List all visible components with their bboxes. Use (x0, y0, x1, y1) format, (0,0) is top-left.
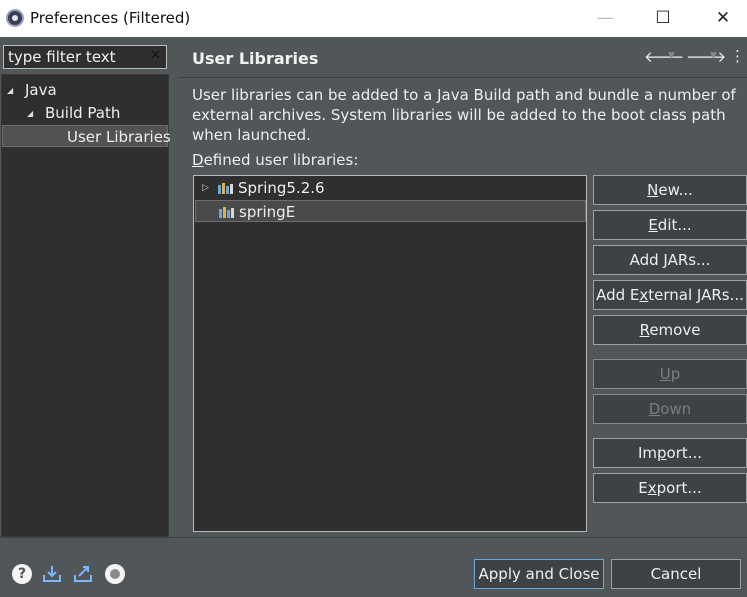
tree-item-build-path[interactable]: ◢ Build Path (27, 102, 120, 124)
page-description: User libraries can be added to a Java Bu… (192, 86, 736, 144)
defined-libraries-label: Defined user libraries: (192, 151, 359, 169)
new-button[interactable]: New... (593, 175, 747, 205)
export-button[interactable]: Export... (593, 473, 747, 503)
page-title: User Libraries (192, 49, 319, 68)
library-name: springE (239, 203, 296, 221)
library-name: Spring5.2.6 (238, 179, 325, 197)
header-divider (178, 77, 747, 78)
forward-arrow-icon[interactable]: 🡒 (686, 47, 726, 66)
tree-item-label: Build Path (45, 104, 121, 122)
forward-dropdown-icon[interactable]: ▼ (710, 51, 717, 61)
list-item[interactable]: ▷ Spring5.2.6 (195, 177, 586, 199)
tree-item-label: Java (25, 81, 57, 99)
dialog-footer: ? Apply and Close Cancel (0, 537, 747, 597)
view-menu-icon[interactable]: ⋮ (730, 47, 745, 65)
tree-item-label: User Libraries (67, 128, 171, 146)
edit-button[interactable]: Edit... (593, 210, 747, 240)
up-button[interactable]: Up (593, 359, 747, 389)
export-icon[interactable] (73, 564, 93, 584)
close-button[interactable]: ✕ (703, 4, 743, 32)
maximize-button[interactable]: ☐ (643, 4, 683, 32)
back-arrow-icon[interactable]: 🡐 (644, 47, 684, 66)
filter-input[interactable] (8, 46, 138, 68)
library-icon (218, 182, 234, 194)
window-title: Preferences (Filtered) (30, 9, 191, 27)
back-dropdown-icon[interactable]: ▼ (668, 51, 675, 61)
eclipse-app-icon (6, 9, 24, 27)
tree-item-user-libraries[interactable]: User Libraries (2, 125, 171, 147)
record-icon[interactable] (105, 564, 125, 584)
expanded-caret-icon[interactable]: ◢ (7, 80, 25, 102)
title-bar: Preferences (Filtered) — ☐ ✕ (0, 0, 747, 37)
import-button[interactable]: Import... (593, 438, 747, 468)
list-item[interactable]: springE (195, 200, 586, 222)
user-libraries-list[interactable]: ▷ Spring5.2.6 springE (193, 175, 587, 532)
apply-and-close-button[interactable]: Apply and Close (474, 559, 604, 589)
collapsed-caret-icon[interactable]: ▷ (202, 177, 209, 199)
tree-item-java[interactable]: ◢ Java (7, 79, 57, 101)
preferences-navigation: ✕ ◢Java ◢Build Path User Libraries (0, 37, 178, 537)
add-external-jars-button[interactable]: Add External JARs... (593, 280, 747, 310)
cancel-button[interactable]: Cancel (611, 559, 741, 589)
help-icon[interactable]: ? (12, 564, 32, 584)
down-button[interactable]: Down (593, 394, 747, 424)
pane-splitter[interactable] (170, 37, 178, 537)
minimize-button[interactable]: — (585, 4, 625, 32)
import-icon[interactable] (42, 564, 62, 584)
user-libraries-page: User Libraries 🡐 ▼ 🡒 ▼ ⋮ User libraries … (178, 37, 747, 537)
add-jars-button[interactable]: Add JARs... (593, 245, 747, 275)
clear-filter-icon[interactable]: ✕ (150, 48, 161, 63)
preference-tree: ◢ Java ◢ Build Path User Libraries (1, 74, 171, 537)
remove-button[interactable]: Remove (593, 315, 747, 345)
library-icon (219, 206, 235, 218)
expanded-caret-icon[interactable]: ◢ (27, 103, 45, 125)
filter-field[interactable]: ✕ (3, 45, 167, 69)
